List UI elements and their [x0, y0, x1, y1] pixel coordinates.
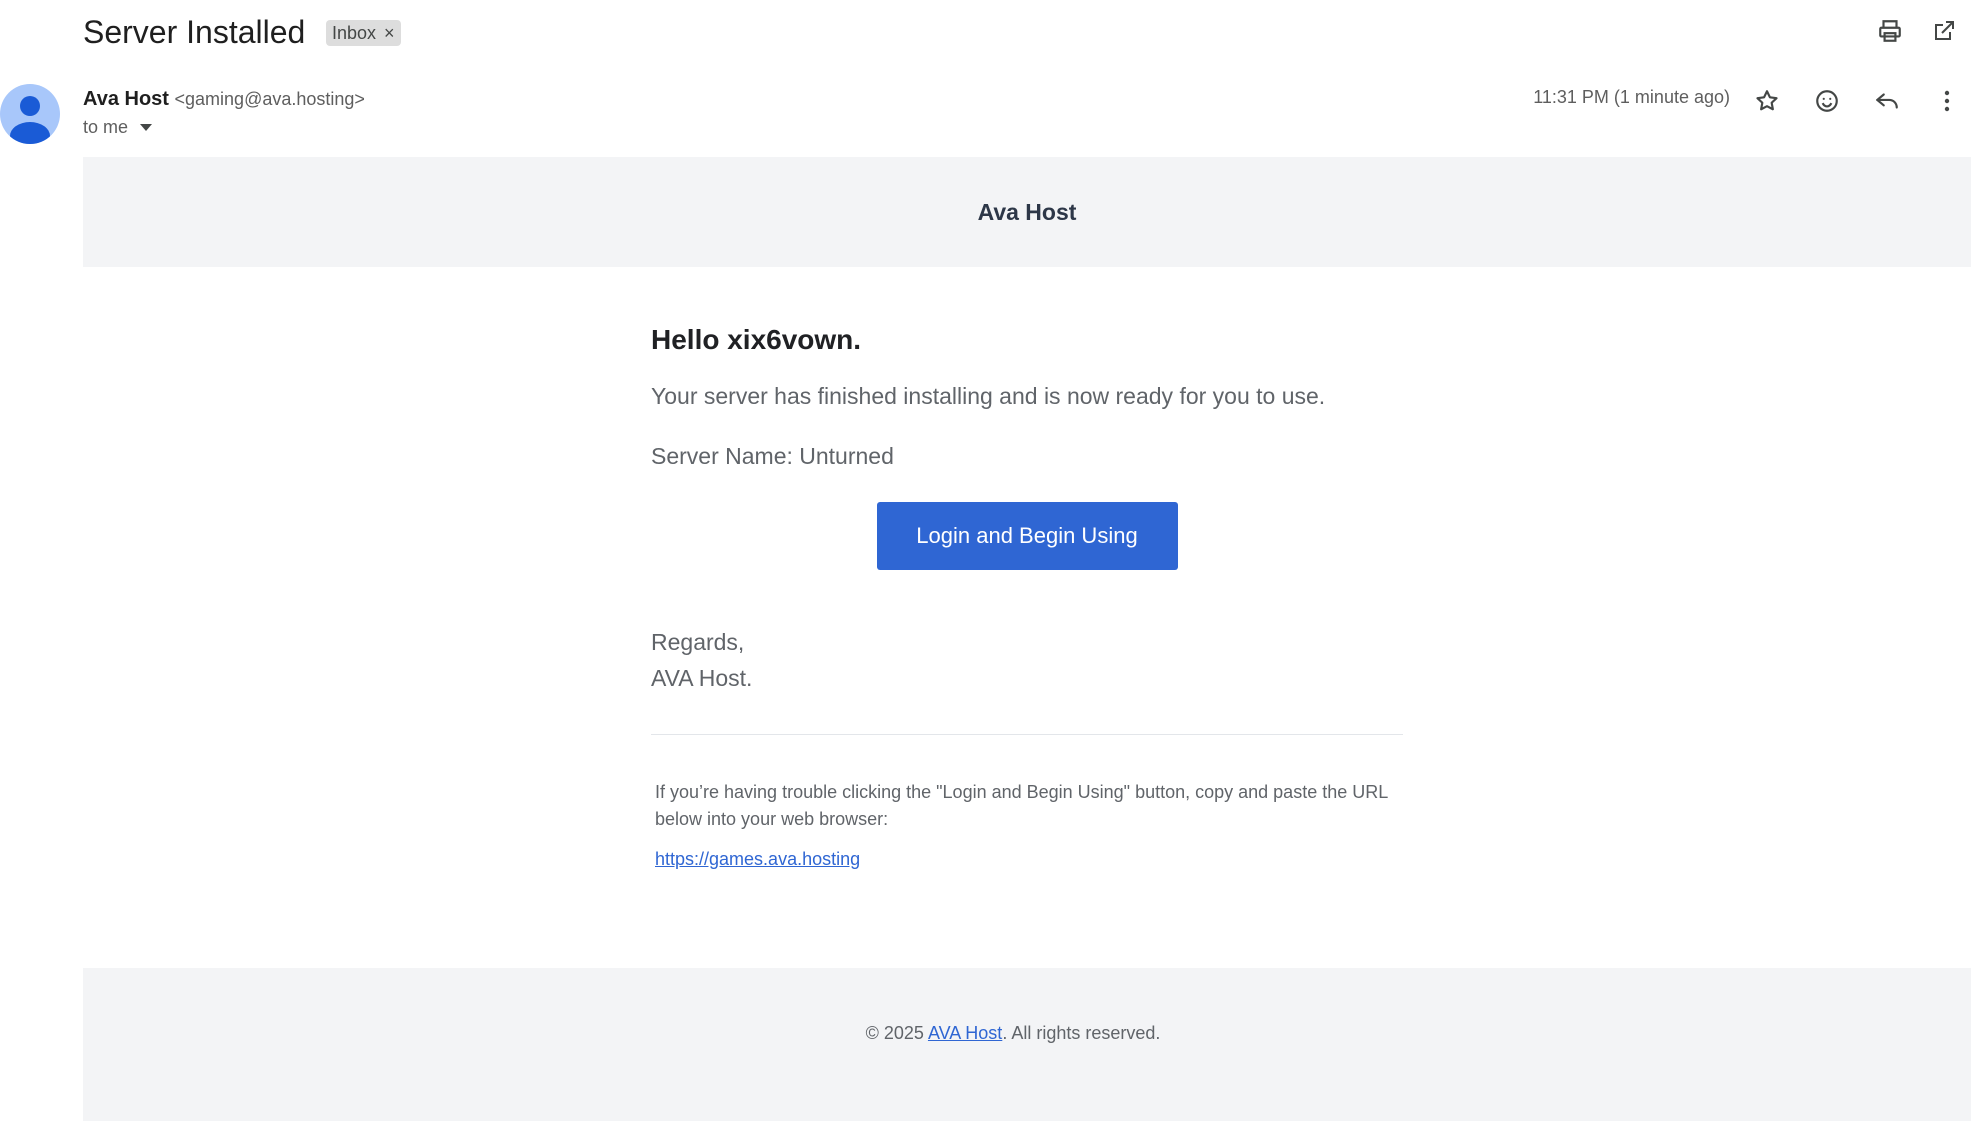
print-icon[interactable]: [1875, 16, 1905, 46]
login-button[interactable]: Login and Begin Using: [876, 502, 1178, 570]
reply-icon[interactable]: [1869, 83, 1905, 119]
server-name: Server Name: Unturned: [651, 443, 894, 469]
sender-name[interactable]: Ava Host: [83, 88, 169, 110]
email-header-band: Ava Host: [83, 157, 1971, 267]
chevron-down-icon: [140, 124, 153, 131]
timestamp: 11:31 PM (1 minute ago): [1533, 87, 1730, 107]
star-icon[interactable]: [1749, 83, 1785, 119]
regards-text: Regards,: [651, 629, 745, 655]
trouble-text: If you’re having trouble clicking the "L…: [655, 782, 1388, 829]
copyright-suffix: . All rights reserved.: [1002, 1023, 1161, 1043]
recipient-dropdown[interactable]: to me: [83, 117, 153, 138]
signature: AVA Host.: [651, 665, 753, 691]
copyright: © 2025 AVA Host. All rights reserved.: [83, 1023, 1943, 1044]
default-avatar-icon: [10, 96, 50, 144]
copyright-prefix: © 2025: [865, 1023, 928, 1043]
top-toolbar: [1875, 16, 1971, 46]
install-message: Your server has finished installing and …: [651, 383, 1326, 409]
open-in-new-window-icon[interactable]: [1929, 16, 1959, 46]
avatar[interactable]: [0, 84, 60, 144]
brand-name: Ava Host: [977, 198, 1077, 225]
sender-line: Ava Host <gaming@ava.hosting>: [83, 86, 365, 112]
label-text: Inbox: [332, 23, 377, 43]
inbox-label-chip[interactable]: Inbox ×: [326, 20, 401, 46]
email-subject: Server Installed: [83, 14, 306, 50]
sender-email: <gaming@ava.hosting>: [174, 89, 365, 109]
divider: [651, 734, 1403, 735]
greeting: Hello xix6vown.: [651, 324, 862, 355]
message-actions: [1725, 83, 1971, 119]
emoji-reaction-icon[interactable]: [1809, 83, 1845, 119]
footer-brand-link[interactable]: AVA Host: [928, 1023, 1002, 1043]
remove-label-icon[interactable]: ×: [384, 20, 395, 46]
fallback-url-link[interactable]: https://games.ava.hosting: [655, 849, 860, 869]
email-content: Hello xix6vown. Your server has finished…: [651, 300, 1403, 870]
recipient-label: to me: [83, 117, 129, 137]
email-footer: © 2025 AVA Host. All rights reserved.: [83, 968, 1971, 1121]
more-options-icon[interactable]: [1929, 83, 1965, 119]
signoff: Regards, AVA Host.: [651, 624, 1403, 696]
